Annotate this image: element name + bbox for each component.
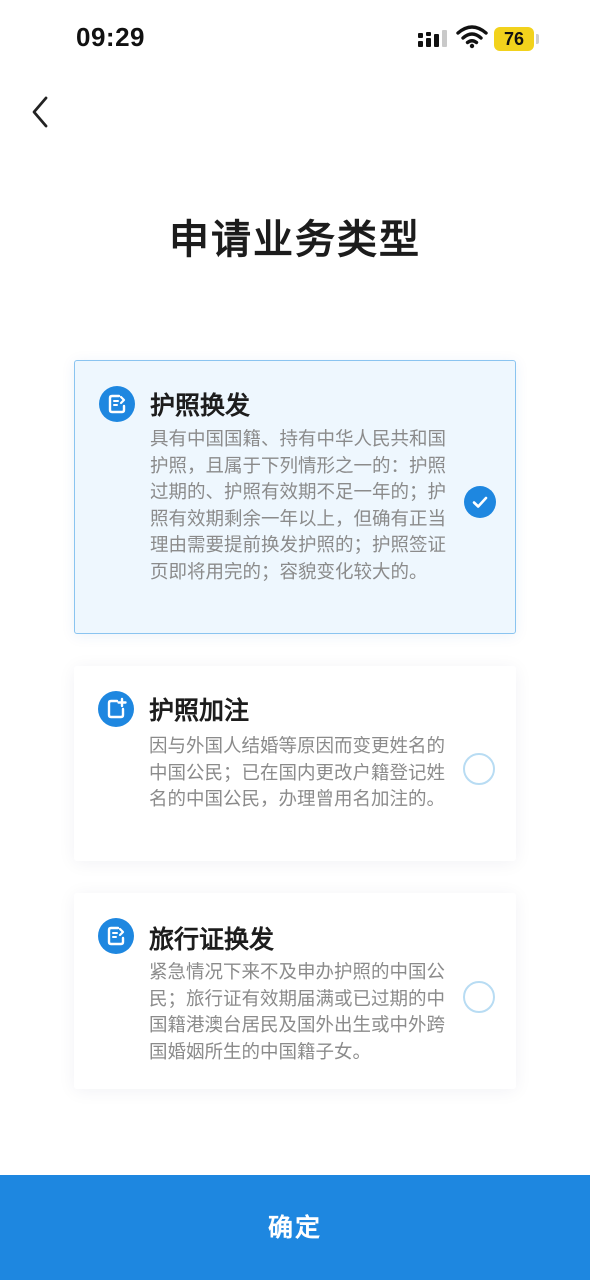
option-card-travel-document-renewal[interactable]: 旅行证换发 紧急情况下来不及申办护照的中国公民；旅行证有效期届满或已过期的中国籍…: [74, 893, 516, 1089]
screen: 09:29 76 申请业务类型 护照换发 具有中国国籍、持有中华人民共和国护照，…: [0, 0, 590, 1280]
option-description: 因与外国人结婚等原因而变更姓名的中国公民；已在国内更改户籍登记姓名的中国公民，办…: [149, 736, 446, 810]
wifi-icon: [456, 25, 488, 49]
option-title: 旅行证换发: [149, 925, 275, 954]
add-document-icon: [98, 691, 134, 727]
radio-unselected[interactable]: [463, 753, 495, 785]
back-button[interactable]: [22, 90, 62, 134]
option-title: 护照换发: [150, 391, 251, 420]
status-time: 09:29: [76, 22, 145, 52]
option-description: 紧急情况下来不及申办护照的中国公民；旅行证有效期届满或已过期的中国籍港澳台居民及…: [149, 962, 446, 1063]
option-title: 护照加注: [149, 696, 250, 725]
page-title: 申请业务类型: [169, 217, 421, 263]
cellular-signal-icon: [418, 30, 447, 47]
radio-unselected[interactable]: [463, 981, 495, 1013]
renew-document-icon: [98, 918, 134, 954]
option-card-passport-renewal[interactable]: 护照换发 具有中国国籍、持有中华人民共和国护照，且属于下列情形之一的：护照过期的…: [74, 360, 516, 634]
radio-selected[interactable]: [464, 486, 496, 518]
checkmark-icon: [472, 496, 488, 508]
chevron-left-icon: [32, 96, 48, 128]
status-bar: 09:29 76: [0, 0, 590, 80]
renew-document-icon: [99, 386, 135, 422]
option-description: 具有中国国籍、持有中华人民共和国护照，且属于下列情形之一的：护照过期的、护照有效…: [150, 429, 447, 583]
battery-indicator: 76: [494, 27, 534, 51]
option-card-passport-annotation[interactable]: 护照加注 因与外国人结婚等原因而变更姓名的中国公民；已在国内更改户籍登记姓名的中…: [74, 666, 516, 861]
battery-cap: [536, 34, 539, 44]
confirm-button[interactable]: 确定: [0, 1175, 590, 1280]
